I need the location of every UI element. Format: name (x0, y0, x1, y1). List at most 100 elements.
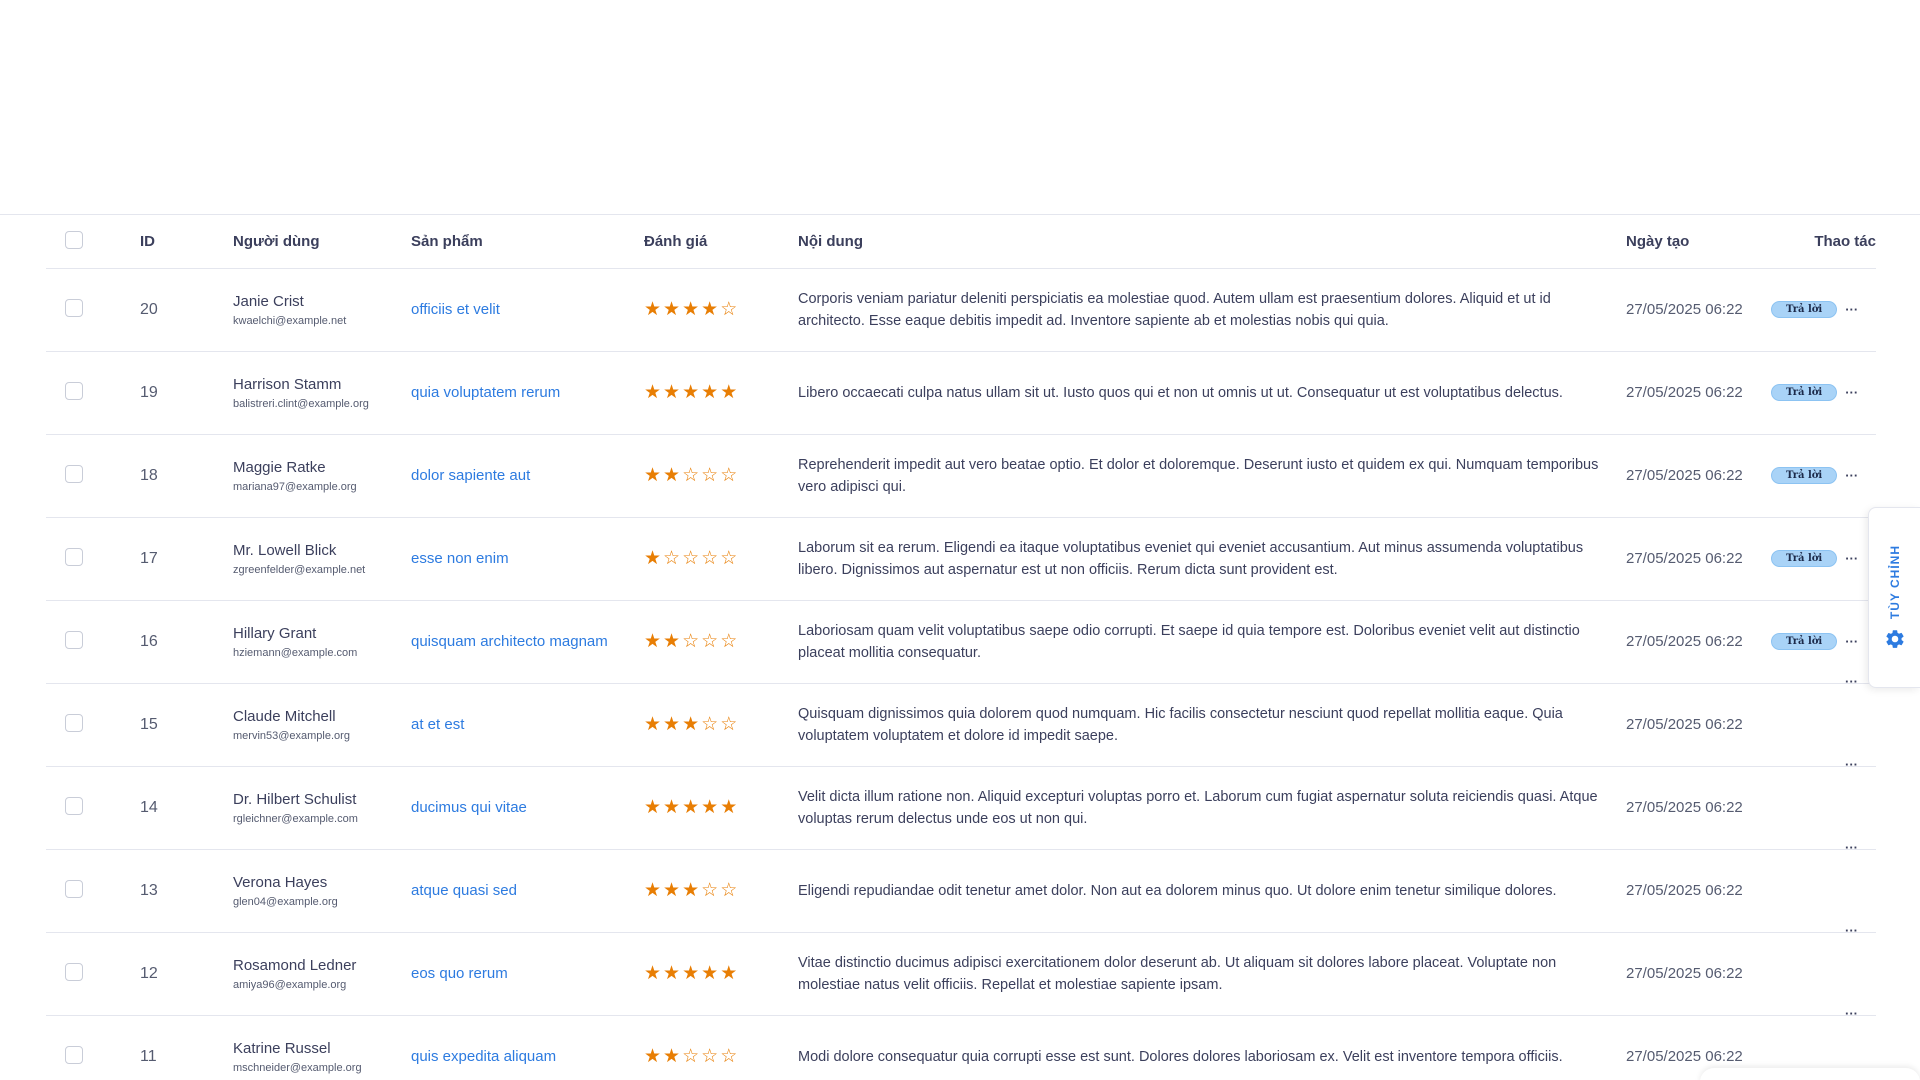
actions-cell: Trả lời ··· (1771, 600, 1876, 684)
more-actions-button[interactable]: ··· (1845, 551, 1858, 566)
review-id: 17 (140, 517, 233, 601)
more-actions-button[interactable]: ··· (1845, 923, 1858, 938)
product-cell: ducimus qui vitae (411, 766, 644, 850)
user-email: zgreenfelder@example.net (233, 563, 366, 576)
rating-cell: ★★★☆☆ (644, 849, 798, 933)
rating-cell: ★★☆☆☆ (644, 1015, 798, 1080)
product-link[interactable]: eos quo rerum (411, 965, 508, 982)
review-content: Vitae distinctio ducimus adipisci exerci… (798, 932, 1626, 1016)
product-link[interactable]: at et est (411, 716, 464, 733)
reply-button[interactable]: Trả lời (1771, 467, 1838, 485)
user-cell: Katrine Russel mschneider@example.org (233, 1015, 411, 1080)
actions-cell: Trả lời ··· (1771, 517, 1876, 601)
select-all-checkbox[interactable] (65, 230, 83, 249)
more-actions-button[interactable]: ··· (1845, 634, 1858, 649)
star-filled-icon: ★ (720, 382, 740, 403)
table-row: 12 Rosamond Ledner amiya96@example.org eos … (46, 923, 1876, 1016)
star-empty-icon: ☆ (720, 880, 740, 901)
user-name: Hillary Grant (233, 624, 317, 642)
reviews-table-container: ID Người dùng Sản phẩm Đánh giá Nội dung… (46, 216, 1876, 1080)
more-actions-button[interactable]: ··· (1845, 385, 1858, 400)
product-link[interactable]: dolor sapiente aut (411, 467, 530, 484)
review-id: 14 (140, 766, 233, 850)
row-checkbox[interactable] (65, 879, 83, 898)
user-email: rgleichner@example.com (233, 812, 358, 825)
user-name: Rosamond Ledner (233, 956, 357, 974)
row-checkbox[interactable] (65, 464, 83, 483)
select-cell (46, 517, 140, 601)
more-actions-button[interactable]: ··· (1845, 468, 1858, 483)
header-id: ID (140, 216, 233, 269)
customize-label: TÙY CHỈNH (1887, 545, 1902, 620)
star-filled-icon: ★ (663, 714, 683, 735)
table-row: 11 Katrine Russel mschneider@example.org qu… (46, 1006, 1876, 1080)
user-cell: Hillary Grant hziemann@example.com (233, 600, 411, 684)
actions-cell: ··· (1771, 923, 1876, 1016)
more-actions-button[interactable]: ··· (1845, 302, 1858, 317)
rating-cell: ★★★★★ (644, 932, 798, 1016)
review-content: Velit dicta illum ratione non. Aliquid e… (798, 766, 1626, 850)
product-cell: officiis et velit (411, 268, 644, 352)
product-link[interactable]: quis expedita aliquam (411, 1048, 556, 1065)
reply-button[interactable]: Trả lời (1771, 633, 1838, 651)
select-cell (46, 600, 140, 684)
reply-button[interactable]: Trả lời (1771, 301, 1838, 319)
rating-cell: ★☆☆☆☆ (644, 517, 798, 601)
reviews-table: ID Người dùng Sản phẩm Đánh giá Nội dung… (46, 216, 1876, 1080)
user-email: balistreri.clint@example.org (233, 397, 369, 410)
row-checkbox[interactable] (65, 630, 83, 649)
product-link[interactable]: atque quasi sed (411, 882, 517, 899)
star-filled-icon: ★ (644, 382, 664, 403)
product-link[interactable]: officiis et velit (411, 301, 500, 318)
reply-button[interactable]: Trả lời (1771, 550, 1838, 568)
product-link[interactable]: ducimus qui vitae (411, 799, 527, 816)
star-empty-icon: ☆ (720, 714, 740, 735)
customize-panel-tab[interactable]: TÙY CHỈNH (1868, 507, 1920, 688)
star-filled-icon: ★ (701, 963, 721, 984)
review-content: Quisquam dignissimos quia dolorem quod n… (798, 683, 1626, 767)
row-checkbox[interactable] (65, 713, 83, 732)
user-name: Janie Crist (233, 292, 304, 310)
star-filled-icon: ★ (701, 797, 721, 818)
star-empty-icon: ☆ (682, 1046, 702, 1067)
star-filled-icon: ★ (682, 299, 702, 320)
star-filled-icon: ★ (644, 548, 664, 569)
user-cell: Maggie Ratke mariana97@example.org (233, 434, 411, 518)
star-filled-icon: ★ (701, 299, 721, 320)
row-checkbox[interactable] (65, 298, 83, 317)
row-checkbox[interactable] (65, 547, 83, 566)
user-email: mervin53@example.org (233, 729, 350, 742)
row-checkbox[interactable] (65, 1045, 83, 1064)
select-cell (46, 849, 140, 933)
star-filled-icon: ★ (644, 1046, 664, 1067)
star-filled-icon: ★ (663, 299, 683, 320)
more-actions-button[interactable]: ··· (1845, 840, 1858, 855)
product-link[interactable]: esse non enim (411, 550, 509, 567)
created-date: 27/05/2025 06:22 (1626, 849, 1771, 933)
rating-cell: ★★☆☆☆ (644, 434, 798, 518)
more-actions-button[interactable]: ··· (1845, 1006, 1858, 1021)
row-checkbox[interactable] (65, 962, 83, 981)
more-actions-button[interactable]: ··· (1845, 757, 1858, 772)
star-filled-icon: ★ (644, 797, 664, 818)
star-filled-icon: ★ (644, 963, 664, 984)
more-actions-button[interactable]: ··· (1845, 674, 1858, 689)
row-checkbox[interactable] (65, 381, 83, 400)
star-empty-icon: ☆ (720, 299, 740, 320)
product-cell: quisquam architecto magnam (411, 600, 644, 684)
star-empty-icon: ☆ (663, 548, 683, 569)
user-email: kwaelchi@example.net (233, 314, 347, 327)
user-email: amiya96@example.org (233, 978, 347, 991)
star-rating: ★★☆☆☆ (644, 631, 739, 652)
product-link[interactable]: quia voluptatem rerum (411, 384, 560, 401)
star-filled-icon: ★ (682, 963, 702, 984)
table-row: 13 Verona Hayes glen04@example.org atque qu… (46, 840, 1876, 933)
reply-button[interactable]: Trả lời (1771, 384, 1838, 402)
row-checkbox[interactable] (65, 796, 83, 815)
review-content: Reprehenderit impedit aut vero beatae op… (798, 434, 1626, 518)
select-cell (46, 766, 140, 850)
star-empty-icon: ☆ (701, 714, 721, 735)
created-date: 27/05/2025 06:22 (1626, 766, 1771, 850)
product-link[interactable]: quisquam architecto magnam (411, 633, 608, 650)
star-rating: ★★★☆☆ (644, 714, 739, 735)
